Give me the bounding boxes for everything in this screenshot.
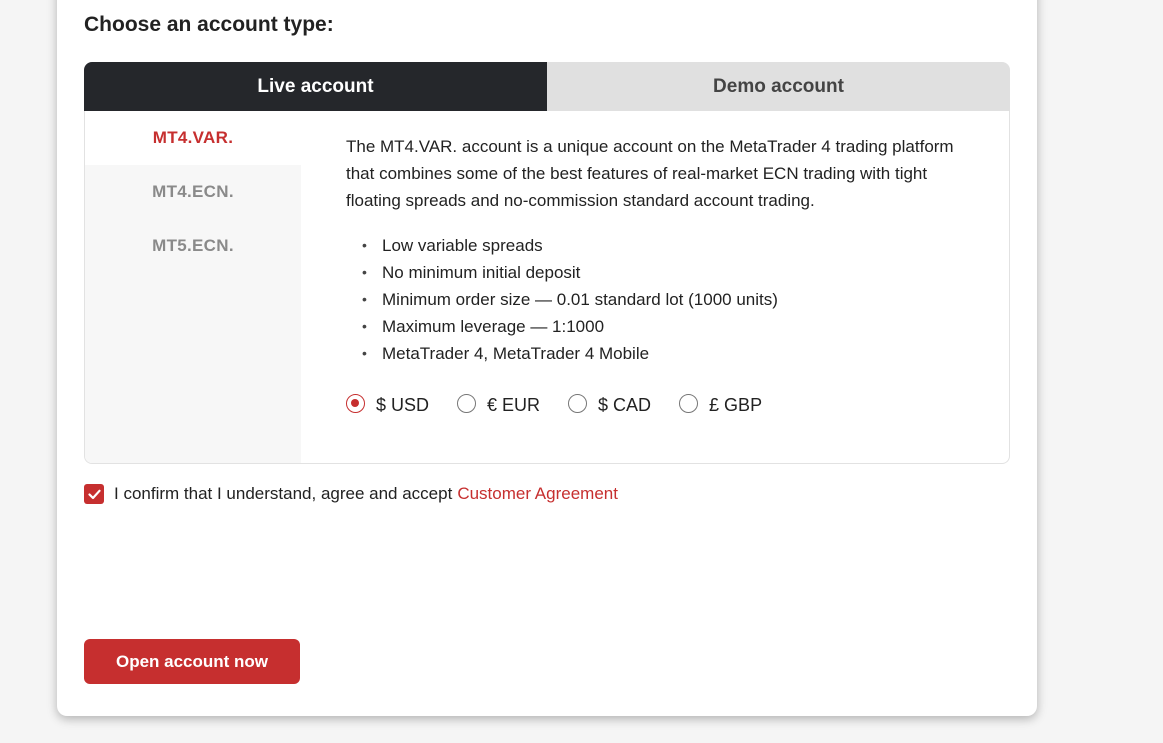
currency-label: € EUR: [487, 395, 541, 415]
bullet-icon: •: [362, 345, 367, 361]
radio-eur[interactable]: [457, 394, 477, 413]
account-tabs: Live account Demo account: [84, 62, 1010, 111]
page-title: Choose an account type:: [84, 13, 334, 36]
bullet-icon: •: [362, 291, 367, 307]
checkmark-icon: [87, 489, 101, 499]
customer-agreement-link[interactable]: Customer Agreement: [457, 484, 618, 504]
currency-option-gbp[interactable]: £ GBP: [679, 394, 763, 416]
tab-demo-account[interactable]: Demo account: [547, 62, 1010, 111]
list-item: • MetaTrader 4, MetaTrader 4 Mobile: [346, 340, 976, 367]
account-type-mt4-var[interactable]: MT4.VAR.: [85, 111, 301, 165]
feature-text: MetaTrader 4, MetaTrader 4 Mobile: [382, 344, 650, 363]
feature-text: Low variable spreads: [382, 236, 543, 255]
currency-option-usd[interactable]: $ USD: [346, 394, 430, 416]
currency-option-cad[interactable]: $ CAD: [568, 394, 652, 416]
open-account-button[interactable]: Open account now: [84, 639, 300, 684]
radio-cad[interactable]: [568, 394, 588, 413]
account-type-mt5-ecn[interactable]: MT5.ECN.: [85, 219, 301, 273]
bullet-icon: •: [362, 318, 367, 334]
account-panel: MT4.VAR. MT4.ECN. MT5.ECN. The MT4.VAR. …: [84, 111, 1010, 464]
account-type-mt4-ecn[interactable]: MT4.ECN.: [85, 165, 301, 219]
tab-live-account[interactable]: Live account: [84, 62, 547, 111]
radio-gbp[interactable]: [679, 394, 699, 413]
account-details: The MT4.VAR. account is a unique account…: [346, 133, 976, 416]
currency-label: £ GBP: [709, 395, 763, 415]
list-item: • No minimum initial deposit: [346, 259, 976, 286]
bullet-icon: •: [362, 264, 367, 280]
list-item: • Low variable spreads: [346, 232, 976, 259]
bullet-icon: •: [362, 237, 367, 253]
agreement-text: I confirm that I understand, agree and a…: [114, 484, 453, 503]
feature-text: Minimum order size — 0.01 standard lot (…: [382, 290, 778, 309]
list-item: • Minimum order size — 0.01 standard lot …: [346, 286, 976, 313]
feature-text: No minimum initial deposit: [382, 263, 581, 282]
list-item: • Maximum leverage — 1:1000: [346, 313, 976, 340]
agreement-checkbox[interactable]: [84, 484, 104, 504]
feature-list: • Low variable spreads • No minimum initia…: [346, 232, 976, 367]
account-type-sidebar: MT4.VAR. MT4.ECN. MT5.ECN.: [85, 111, 301, 463]
currency-label: $ CAD: [598, 395, 652, 415]
currency-label: $ USD: [376, 395, 430, 415]
radio-usd[interactable]: [346, 394, 365, 413]
agreement-row: I confirm that I understand, agree and a…: [84, 484, 618, 504]
account-description: The MT4.VAR. account is a unique account…: [346, 137, 954, 210]
currency-selector: $ USD € EUR $ CAD £ GBP: [346, 394, 976, 416]
feature-text: Maximum leverage — 1:1000: [382, 317, 605, 336]
currency-option-eur[interactable]: € EUR: [457, 394, 541, 416]
